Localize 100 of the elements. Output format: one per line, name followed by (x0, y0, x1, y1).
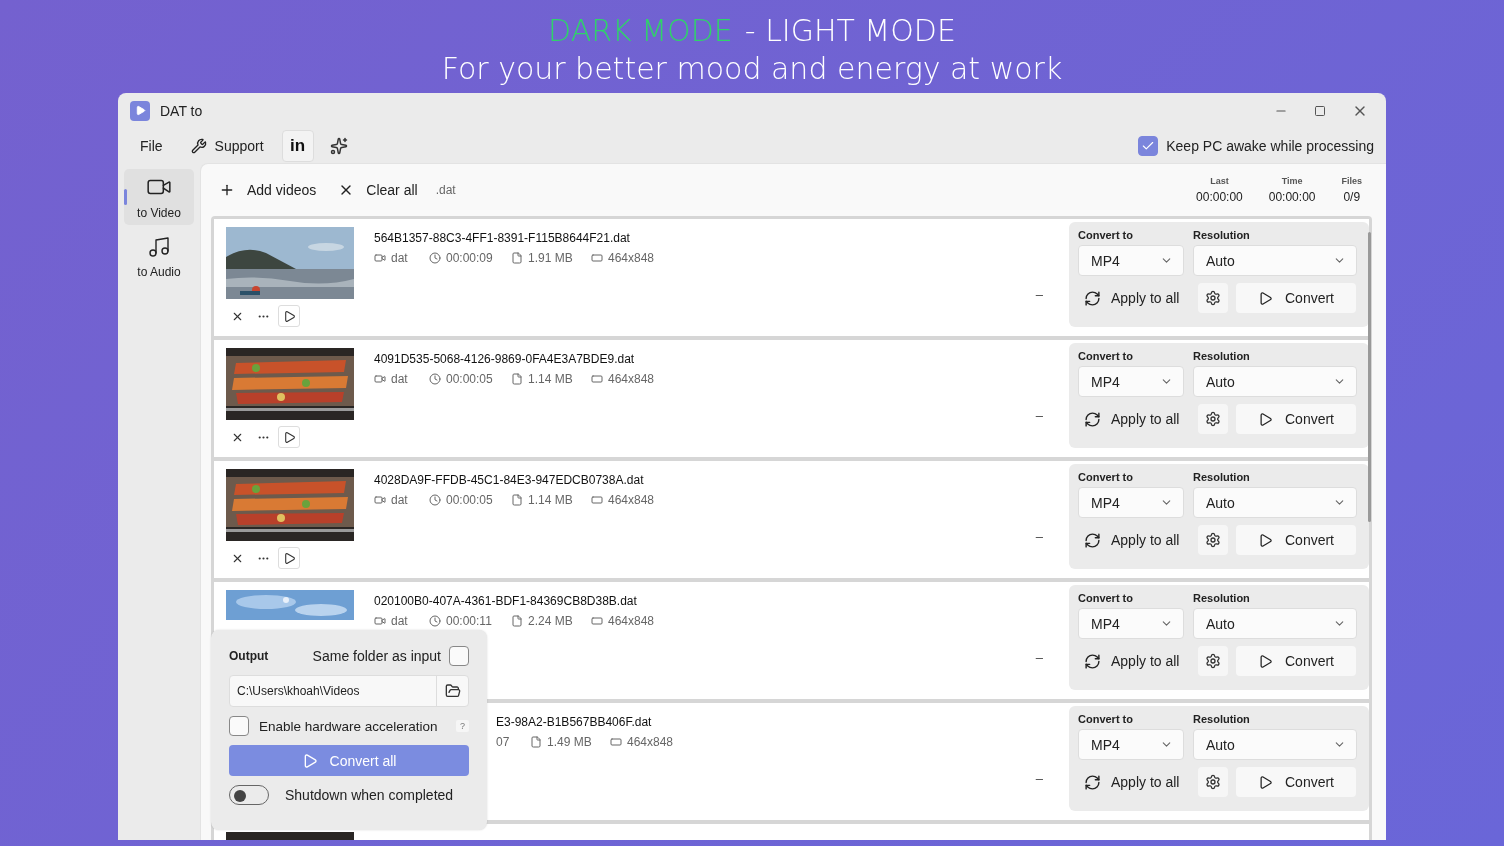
clear-all-button[interactable]: Clear all (334, 178, 430, 202)
frame-icon (610, 736, 622, 748)
play-icon (1258, 532, 1273, 548)
stat-label: Last (1210, 176, 1229, 186)
keep-awake-checkbox[interactable] (1138, 135, 1159, 156)
scrollbar[interactable] (1368, 232, 1371, 522)
resolution-select[interactable]: Auto (1193, 729, 1357, 760)
video-camera-icon (374, 615, 386, 627)
file-meta: 00:00:11 (446, 614, 492, 628)
play-button[interactable] (278, 547, 300, 569)
play-icon (282, 309, 296, 323)
convert-button[interactable]: Convert (1236, 767, 1356, 797)
nav-item[interactable]: to Audio (124, 229, 194, 285)
file-meta: 464x848 (608, 614, 655, 628)
video-camera-icon (374, 373, 386, 385)
refresh-icon (1084, 410, 1101, 428)
frame-icon (591, 373, 603, 385)
window-title: DAT to (160, 102, 203, 119)
apply-to-all-button[interactable]: Apply to all (1078, 410, 1190, 428)
file-meta: dat (391, 251, 408, 265)
hardware-acceleration-label: Enable hardware acceleration (259, 718, 438, 734)
file-name: 020100B0-407A-4361-BDF1-84369CB8D38B.dat (374, 594, 638, 608)
settings-button[interactable] (1198, 525, 1228, 555)
apply-to-all-button[interactable]: Apply to all (1078, 531, 1190, 549)
convert-button[interactable]: Convert (1236, 646, 1356, 676)
file-meta: 1.91 MB (528, 251, 573, 265)
format-select[interactable]: MP4 (1078, 729, 1184, 760)
maximize-icon[interactable] (1314, 104, 1326, 117)
settings-icon (1205, 532, 1221, 548)
settings-button[interactable] (1198, 404, 1228, 434)
extension-text: .dat (435, 183, 456, 197)
file-meta: 00:00:05 (446, 372, 493, 386)
stat-label: Files (1341, 176, 1362, 186)
clock-icon (429, 373, 441, 385)
same-folder-checkbox[interactable] (449, 646, 469, 666)
apply-to-all-button[interactable]: Apply to all (1078, 289, 1190, 307)
add-videos-button[interactable]: Add videos (215, 178, 329, 202)
play-icon (1258, 290, 1273, 306)
refresh-icon (1084, 652, 1101, 670)
keep-awake-label: Keep PC awake while processing (1166, 137, 1374, 154)
clock-icon (429, 615, 441, 627)
file-meta: 1.49 MB (547, 735, 592, 749)
progress-text: – (1034, 771, 1044, 786)
file-icon (511, 615, 523, 627)
resolution-select[interactable]: Auto (1193, 487, 1357, 518)
format-select[interactable]: MP4 (1078, 245, 1184, 276)
apply-to-all-button[interactable]: Apply to all (1078, 773, 1190, 791)
convert-button[interactable]: Convert (1236, 525, 1356, 555)
video-camera-icon (374, 252, 386, 264)
format-select[interactable]: MP4 (1078, 487, 1184, 518)
settings-button[interactable] (1198, 283, 1228, 313)
hardware-acceleration-checkbox[interactable] (229, 716, 249, 736)
format-select[interactable]: MP4 (1078, 608, 1184, 639)
settings-icon (1205, 774, 1221, 790)
progress-text: – (1034, 408, 1044, 423)
support-menu[interactable]: Support (180, 133, 274, 158)
shutdown-label: Shutdown when completed (285, 787, 454, 803)
linkedin-button[interactable]: in (281, 129, 314, 162)
play-button[interactable] (278, 426, 300, 448)
play-button[interactable] (278, 305, 300, 327)
output-path-field[interactable]: C:\Users\khoah\Videos (229, 675, 469, 707)
file-icon (511, 252, 523, 264)
convert-label: Convert to (1078, 229, 1134, 241)
stat-value: 00:00:00 (1196, 190, 1243, 204)
video-camera-icon (374, 494, 386, 506)
stat-label: Time (1281, 176, 1303, 186)
frame-icon (591, 494, 603, 506)
file-meta: 464x848 (608, 251, 655, 265)
nav-item[interactable]: to Video (124, 169, 194, 225)
file-meta: 464x848 (608, 493, 655, 507)
file-meta: 1.14 MB (528, 372, 573, 386)
file-meta: 464x848 (627, 735, 674, 749)
resolution-select[interactable]: Auto (1193, 608, 1357, 639)
file-meta: 1.14 MB (528, 493, 573, 507)
sparkles-icon (329, 136, 348, 155)
app-icon (130, 100, 150, 121)
play-icon (282, 551, 296, 565)
format-select[interactable]: MP4 (1078, 366, 1184, 397)
frame-icon (591, 252, 603, 264)
resolution-select[interactable]: Auto (1193, 366, 1357, 397)
file-icon (530, 736, 542, 748)
resolution-label: Resolution (1193, 713, 1251, 725)
help-badge[interactable]: ? (456, 720, 469, 732)
music-note-icon (147, 235, 171, 259)
file-name: E3-98A2-B1B567BB406F.dat (496, 715, 653, 729)
file-icon (511, 373, 523, 385)
output-label: Output (229, 649, 269, 663)
same-folder-label: Same folder as input (312, 648, 441, 664)
resolution-label: Resolution (1193, 229, 1251, 241)
file-meta: 00:00:05 (446, 493, 493, 507)
apply-to-all-button[interactable]: Apply to all (1078, 652, 1190, 670)
settings-button[interactable] (1198, 646, 1228, 676)
settings-button[interactable] (1198, 767, 1228, 797)
file-menu[interactable]: File (130, 133, 173, 158)
convert-button[interactable]: Convert (1236, 404, 1356, 434)
convert-button[interactable]: Convert (1236, 283, 1356, 313)
headline-text: - LIGHT MODE (744, 12, 956, 50)
refresh-icon (1084, 531, 1101, 549)
resolution-select[interactable]: Auto (1193, 245, 1357, 276)
resolution-label: Resolution (1193, 592, 1251, 604)
